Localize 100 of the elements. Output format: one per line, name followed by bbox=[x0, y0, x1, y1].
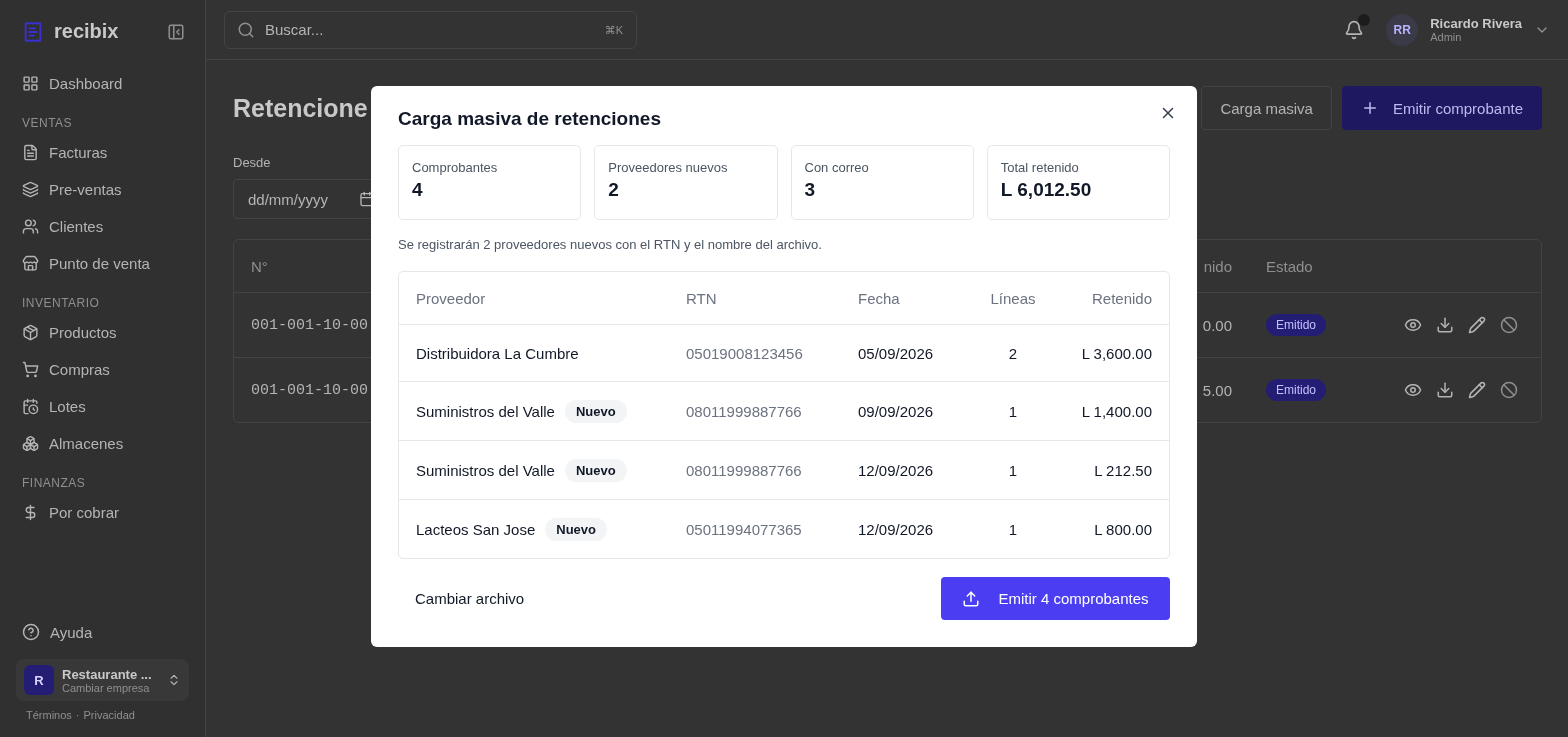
upload-icon bbox=[962, 589, 981, 608]
table-cell-text: 1 bbox=[1007, 520, 1019, 538]
emit-button[interactable]: Emitir comprobante bbox=[1341, 86, 1542, 130]
column-header: Retenido bbox=[1090, 289, 1152, 307]
stat-value: 4 bbox=[412, 179, 424, 201]
section-heading: INVENTARIO bbox=[21, 295, 101, 312]
nav-item[interactable]: Clientes bbox=[16, 208, 189, 245]
ban-icon[interactable] bbox=[1500, 381, 1518, 399]
stat-label: Comprobantes bbox=[412, 160, 499, 175]
table-cell-text: 12/09/2026 bbox=[858, 520, 935, 538]
status-badge: Emitido bbox=[1266, 379, 1326, 401]
nav-item[interactable]: Almacenes bbox=[16, 425, 189, 462]
table-cell-text: 001-001-10-00 bbox=[250, 381, 370, 399]
bell-icon[interactable] bbox=[1344, 19, 1365, 40]
help-icon bbox=[22, 623, 40, 641]
table-cell-text: 2 bbox=[1007, 344, 1019, 362]
section-heading: VENTAS bbox=[21, 115, 74, 132]
table-cell-text: L 800.00 bbox=[1093, 520, 1152, 538]
pencil-icon[interactable] bbox=[1468, 316, 1486, 334]
nav-item[interactable]: Por cobrar bbox=[16, 494, 189, 531]
table-cell-text: L 1,400.00 bbox=[1080, 402, 1152, 420]
table-cell-text: 1 bbox=[1007, 461, 1019, 479]
footer-link[interactable]: Privacidad bbox=[83, 709, 135, 721]
table-cell: Lacteos San Jose bbox=[416, 520, 536, 538]
stat-label: Con correo bbox=[804, 160, 870, 175]
logo-icon bbox=[22, 20, 44, 43]
table-cell-text: 05019008123456 bbox=[686, 344, 804, 362]
table-cell: Suministros del Valle bbox=[416, 461, 555, 479]
section-heading: FINANZAS bbox=[21, 475, 87, 492]
stat-label: Total retenido bbox=[1000, 160, 1080, 175]
column-header: Proveedor bbox=[416, 289, 487, 307]
column-header: nido bbox=[1202, 257, 1232, 275]
brand-name: recibix bbox=[54, 20, 120, 43]
search-icon bbox=[237, 20, 255, 39]
stat-value: L 6,012.50 bbox=[1000, 179, 1093, 201]
nav-item[interactable]: Compras bbox=[16, 351, 189, 388]
company-name: Restaurante ... bbox=[62, 666, 153, 682]
new-badge: Nuevo bbox=[564, 458, 627, 482]
table-cell-text: 0.00 bbox=[1201, 316, 1232, 334]
stat-label: Proveedores nuevos bbox=[608, 160, 729, 175]
column-header: Líneas bbox=[989, 289, 1037, 307]
bulk-upload-button[interactable]: Carga masiva bbox=[1201, 86, 1332, 130]
stat-value: 2 bbox=[608, 179, 620, 201]
table-cell-text: 08011999887766 bbox=[686, 402, 803, 420]
user-name: Ricardo Rivera bbox=[1430, 16, 1522, 31]
help-link[interactable]: Ayuda bbox=[16, 613, 189, 651]
document-icon bbox=[22, 144, 39, 161]
user-role: Admin bbox=[1430, 31, 1463, 43]
separator: · bbox=[75, 709, 80, 721]
table-cell-text: 05/09/2026 bbox=[858, 344, 935, 362]
column-header: N° bbox=[250, 257, 269, 275]
change-file-button[interactable]: Cambiar archivo bbox=[398, 580, 542, 617]
table-cell-text: 09/09/2026 bbox=[858, 402, 935, 420]
table-cell-text: L 3,600.00 bbox=[1080, 344, 1152, 362]
eye-icon[interactable] bbox=[1404, 316, 1422, 334]
company-switcher[interactable]: R Restaurante ... Cambiar empresa bbox=[16, 659, 189, 701]
eye-icon[interactable] bbox=[1404, 381, 1422, 399]
company-avatar: R bbox=[24, 665, 54, 695]
nav-item[interactable]: Pre-ventas bbox=[16, 171, 189, 208]
notification-dot bbox=[1358, 13, 1371, 26]
grid-icon bbox=[22, 75, 39, 92]
nav-item[interactable]: Lotes bbox=[16, 388, 189, 425]
nav-item[interactable]: Productos bbox=[16, 314, 189, 351]
package-icon bbox=[22, 324, 39, 341]
emit-button[interactable]: Emitir 4 comprobantes bbox=[941, 577, 1170, 620]
ban-icon[interactable] bbox=[1500, 316, 1518, 334]
table-cell-text: 1 bbox=[1007, 402, 1019, 420]
company-subtitle: Cambiar empresa bbox=[62, 681, 151, 694]
users-icon bbox=[22, 218, 39, 235]
calendar-icon bbox=[22, 398, 39, 415]
column-header: Estado bbox=[1266, 257, 1314, 275]
table-cell-text: 08011999887766 bbox=[686, 461, 803, 479]
table-cell: Distribuidora La Cumbre bbox=[416, 344, 579, 362]
nav-item[interactable]: Facturas bbox=[16, 134, 189, 171]
column-header: Fecha bbox=[858, 289, 901, 307]
info-text: Se registrarán 2 proveedores nuevos con el RTN y el nombre del archivo. bbox=[398, 237, 823, 252]
table-cell-text: L 212.50 bbox=[1093, 461, 1152, 479]
store-icon bbox=[22, 255, 39, 272]
pencil-icon[interactable] bbox=[1468, 381, 1486, 399]
footer-link[interactable]: Términos bbox=[26, 709, 72, 721]
stat-value: 3 bbox=[804, 179, 817, 201]
sidebar-toggle-icon[interactable] bbox=[167, 22, 185, 41]
new-badge: Nuevo bbox=[564, 399, 627, 423]
nav-item[interactable]: Punto de venta bbox=[16, 245, 189, 282]
new-badge: Nuevo bbox=[545, 517, 607, 541]
table-cell-text: 12/09/2026 bbox=[858, 461, 935, 479]
status-badge: Emitido bbox=[1266, 314, 1326, 336]
filter-label: Desde bbox=[233, 155, 271, 170]
table-cell: Suministros del Valle bbox=[416, 402, 555, 420]
download-icon[interactable] bbox=[1436, 381, 1454, 399]
table-cell-text: 5.00 bbox=[1201, 381, 1232, 399]
column-header: RTN bbox=[686, 289, 718, 307]
download-icon[interactable] bbox=[1436, 316, 1454, 334]
boxes-icon bbox=[22, 435, 39, 452]
table-cell-text: 05011994077365 bbox=[686, 520, 803, 538]
user-avatar: RR bbox=[1386, 13, 1419, 46]
table-cell-text: 001-001-10-00 bbox=[250, 316, 370, 334]
shortcut-hint: ⌘K bbox=[604, 23, 623, 36]
cart-icon bbox=[22, 361, 39, 378]
nav-item[interactable]: Dashboard bbox=[16, 65, 189, 102]
